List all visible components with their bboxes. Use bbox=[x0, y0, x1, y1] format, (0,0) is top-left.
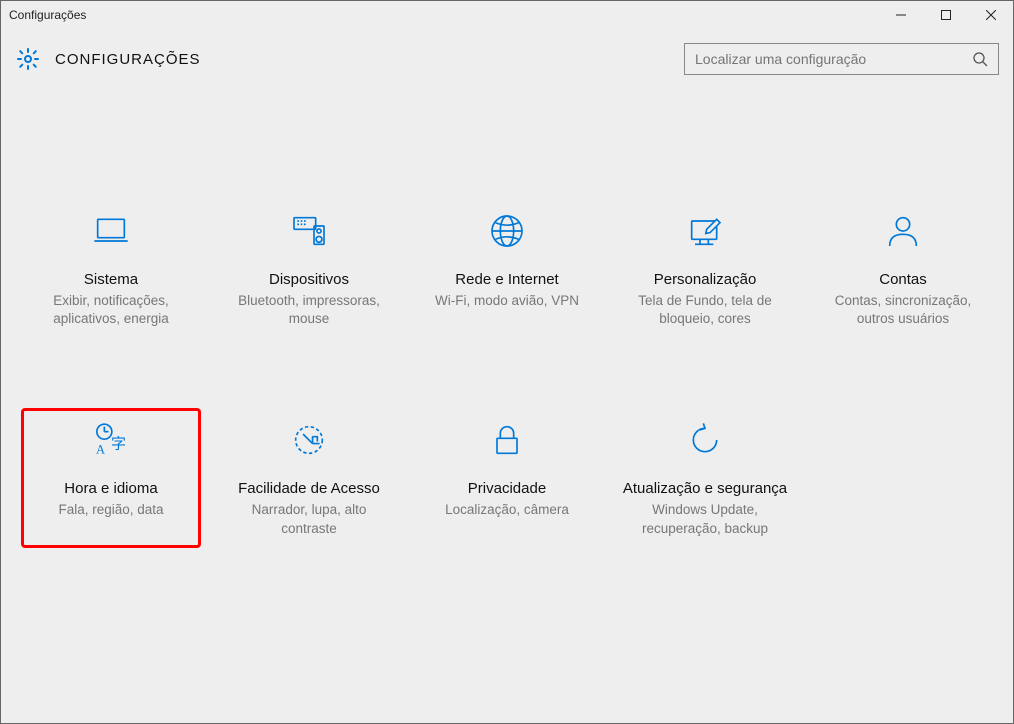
tile-personalization[interactable]: Personalização Tela de Fundo, tela de bl… bbox=[615, 199, 795, 338]
settings-window: Configurações CONFIGURAÇÕES bbox=[0, 0, 1014, 724]
main-content: Sistema Exibir, notificações, aplicativo… bbox=[1, 89, 1013, 548]
tile-update-security[interactable]: Atualização e segurança Windows Update, … bbox=[615, 408, 795, 547]
search-input[interactable] bbox=[695, 51, 972, 67]
laptop-icon bbox=[89, 209, 133, 253]
lock-icon bbox=[485, 418, 529, 462]
tile-network[interactable]: Rede e Internet Wi-Fi, modo avião, VPN bbox=[417, 199, 597, 338]
tile-devices[interactable]: Dispositivos Bluetooth, impressoras, mou… bbox=[219, 199, 399, 338]
titlebar: Configurações bbox=[1, 1, 1013, 29]
tile-ease-of-access[interactable]: Facilidade de Acesso Narrador, lupa, alt… bbox=[219, 408, 399, 547]
tile-time-language[interactable]: A 字 Hora e idioma Fala, região, data bbox=[21, 408, 201, 547]
person-icon bbox=[881, 209, 925, 253]
tile-desc: Exibir, notificações, aplicativos, energ… bbox=[27, 292, 195, 328]
tile-accounts[interactable]: Contas Contas, sincronização, outros usu… bbox=[813, 199, 993, 338]
tile-desc: Wi-Fi, modo avião, VPN bbox=[435, 292, 579, 310]
settings-grid: Sistema Exibir, notificações, aplicativo… bbox=[21, 199, 993, 548]
svg-text:字: 字 bbox=[111, 436, 126, 453]
maximize-button[interactable] bbox=[923, 1, 968, 29]
tile-desc: Localização, câmera bbox=[445, 501, 569, 519]
tile-title: Sistema bbox=[84, 271, 138, 288]
tile-title: Contas bbox=[879, 271, 927, 288]
tile-title: Facilidade de Acesso bbox=[238, 480, 380, 497]
page-title: CONFIGURAÇÕES bbox=[55, 51, 201, 68]
maximize-icon bbox=[941, 10, 951, 20]
devices-icon bbox=[287, 209, 331, 253]
svg-text:A: A bbox=[96, 443, 105, 457]
tile-desc: Windows Update, recuperação, backup bbox=[621, 501, 789, 537]
search-box[interactable] bbox=[684, 43, 999, 75]
minimize-button[interactable] bbox=[878, 1, 923, 29]
gear-icon bbox=[15, 46, 41, 72]
tile-title: Dispositivos bbox=[269, 271, 349, 288]
tile-title: Privacidade bbox=[468, 480, 546, 497]
minimize-icon bbox=[896, 10, 906, 20]
tile-title: Hora e idioma bbox=[64, 480, 157, 497]
window-title: Configurações bbox=[9, 8, 86, 22]
tile-desc: Narrador, lupa, alto contraste bbox=[225, 501, 393, 537]
close-icon bbox=[986, 10, 996, 20]
globe-icon bbox=[485, 209, 529, 253]
time-language-icon: A 字 bbox=[89, 418, 133, 462]
search-icon bbox=[972, 51, 988, 67]
tile-desc: Fala, região, data bbox=[58, 501, 163, 519]
tile-privacy[interactable]: Privacidade Localização, câmera bbox=[417, 408, 597, 547]
ease-of-access-icon bbox=[287, 418, 331, 462]
tile-system[interactable]: Sistema Exibir, notificações, aplicativo… bbox=[21, 199, 201, 338]
personalization-icon bbox=[683, 209, 727, 253]
tile-desc: Contas, sincronização, outros usuários bbox=[819, 292, 987, 328]
header: CONFIGURAÇÕES bbox=[1, 29, 1013, 89]
window-controls bbox=[878, 1, 1013, 29]
tile-title: Atualização e segurança bbox=[623, 480, 787, 497]
tile-desc: Bluetooth, impressoras, mouse bbox=[225, 292, 393, 328]
tile-title: Personalização bbox=[654, 271, 757, 288]
update-icon bbox=[683, 418, 727, 462]
close-button[interactable] bbox=[968, 1, 1013, 29]
tile-title: Rede e Internet bbox=[455, 271, 558, 288]
tile-desc: Tela de Fundo, tela de bloqueio, cores bbox=[621, 292, 789, 328]
